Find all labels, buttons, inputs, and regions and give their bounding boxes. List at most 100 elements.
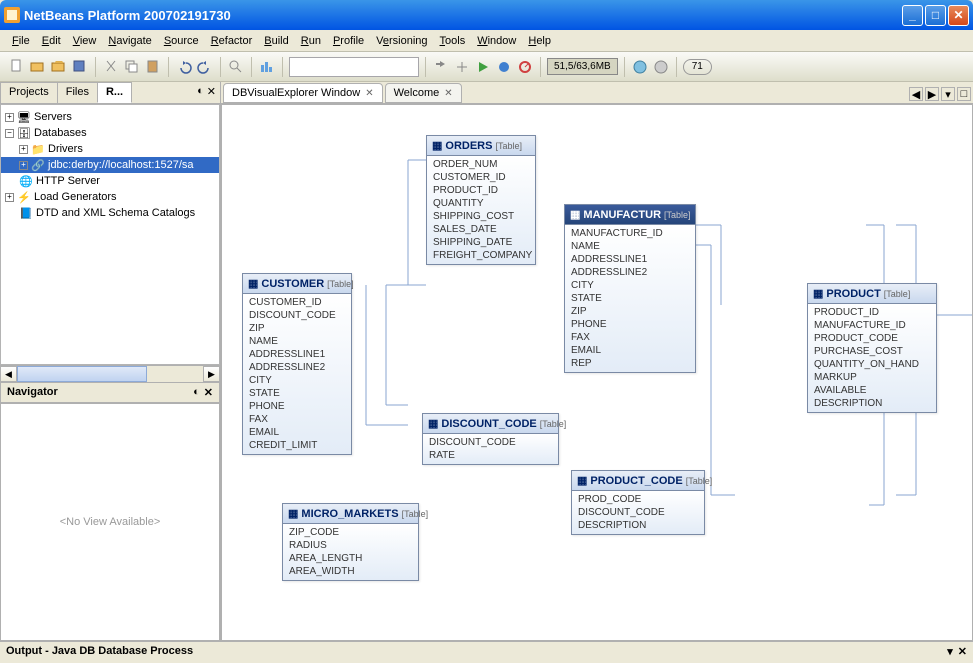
table-field[interactable]: ADDRESSLINE1: [565, 253, 695, 266]
maximize-button[interactable]: □: [925, 5, 946, 26]
output-panel-header[interactable]: Output - Java DB Database Process ▾ ✕: [0, 641, 973, 663]
table-micro-markets[interactable]: ▦MICRO_MARKETS [Table] ZIP_CODERADIUSARE…: [282, 503, 419, 581]
save-all-icon[interactable]: [71, 58, 89, 76]
table-field[interactable]: SHIPPING_COST: [427, 210, 535, 223]
table-field[interactable]: REP: [565, 357, 695, 370]
close-tab-icon[interactable]: ✕: [444, 88, 452, 99]
close-button[interactable]: ✕: [948, 5, 969, 26]
tab-files[interactable]: Files: [57, 82, 98, 103]
table-field[interactable]: PRODUCT_ID: [808, 306, 936, 319]
table-field[interactable]: PHONE: [243, 400, 351, 413]
table-field[interactable]: CUSTOMER_ID: [243, 296, 351, 309]
table-field[interactable]: ZIP: [565, 305, 695, 318]
tree-node-dtd[interactable]: 📘 DTD and XML Schema Catalogs: [1, 205, 219, 221]
menu-build[interactable]: Build: [258, 35, 294, 47]
panel-close-icon[interactable]: ✕: [207, 85, 216, 100]
table-product-code[interactable]: ▦PRODUCT_CODE [Table] PROD_CODEDISCOUNT_…: [571, 470, 705, 535]
table-field[interactable]: CUSTOMER_ID: [427, 171, 535, 184]
table-manufacturer[interactable]: ▦MANUFACTUR [Table] MANUFACTURE_IDNAMEAD…: [564, 204, 696, 373]
build-main-icon[interactable]: [432, 58, 450, 76]
table-field[interactable]: SALES_DATE: [427, 223, 535, 236]
tab-scroll-left-icon[interactable]: ◀: [909, 87, 923, 101]
table-field[interactable]: DESCRIPTION: [808, 397, 936, 410]
close-tab-icon[interactable]: ✕: [365, 88, 373, 99]
table-field[interactable]: PURCHASE_COST: [808, 345, 936, 358]
table-field[interactable]: AVAILABLE: [808, 384, 936, 397]
menu-help[interactable]: Help: [522, 35, 557, 47]
memory-indicator[interactable]: 51,5/63,6MB: [547, 58, 618, 75]
table-field[interactable]: PRODUCT_ID: [427, 184, 535, 197]
table-field[interactable]: RADIUS: [283, 539, 418, 552]
panel-minimize-icon[interactable]: ◐: [197, 85, 204, 100]
table-field[interactable]: ZIP: [243, 322, 351, 335]
table-discount-code[interactable]: ▦DISCOUNT_CODE [Table] DISCOUNT_CODERATE: [422, 413, 559, 465]
expander-icon[interactable]: +: [5, 193, 14, 202]
tab-dropdown-icon[interactable]: ▾: [941, 87, 955, 101]
tab-scroll-right-icon[interactable]: ▶: [925, 87, 939, 101]
table-field[interactable]: NAME: [243, 335, 351, 348]
menu-versioning[interactable]: Versioning: [370, 35, 433, 47]
table-field[interactable]: QUANTITY: [427, 197, 535, 210]
expander-icon[interactable]: −: [5, 129, 14, 138]
panel-close-icon[interactable]: ✕: [204, 386, 213, 399]
table-field[interactable]: PHONE: [565, 318, 695, 331]
panel-close-icon[interactable]: ✕: [958, 645, 967, 660]
table-field[interactable]: PROD_CODE: [572, 493, 704, 506]
globe-icon[interactable]: [631, 58, 649, 76]
table-field[interactable]: ADDRESSLINE2: [243, 361, 351, 374]
profile-icon[interactable]: [516, 58, 534, 76]
configuration-combo[interactable]: [289, 57, 419, 77]
table-field[interactable]: EMAIL: [565, 344, 695, 357]
minimize-button[interactable]: _: [902, 5, 923, 26]
tab-runtime[interactable]: R...: [97, 82, 132, 103]
expander-icon[interactable]: +: [19, 145, 28, 154]
heap-icon[interactable]: [258, 58, 276, 76]
table-field[interactable]: DISCOUNT_CODE: [572, 506, 704, 519]
table-field[interactable]: PRODUCT_CODE: [808, 332, 936, 345]
debug-icon[interactable]: [495, 58, 513, 76]
table-field[interactable]: RATE: [423, 449, 558, 462]
table-field[interactable]: ORDER_NUM: [427, 158, 535, 171]
menu-file[interactable]: File: [6, 35, 36, 47]
menu-window[interactable]: Window: [471, 35, 522, 47]
table-field[interactable]: MANUFACTURE_ID: [565, 227, 695, 240]
menu-refactor[interactable]: Refactor: [205, 35, 259, 47]
tree-node-servers[interactable]: + 🖥 Servers: [1, 109, 219, 125]
table-field[interactable]: FAX: [243, 413, 351, 426]
tab-projects[interactable]: Projects: [0, 82, 58, 103]
menu-edit[interactable]: Edit: [36, 35, 67, 47]
expander-icon[interactable]: +: [19, 161, 28, 170]
panel-restore-icon[interactable]: ▾: [947, 645, 953, 660]
find-icon[interactable]: [227, 58, 245, 76]
table-field[interactable]: EMAIL: [243, 426, 351, 439]
menu-profile[interactable]: Profile: [327, 35, 370, 47]
table-field[interactable]: CREDIT_LIMIT: [243, 439, 351, 452]
tree-node-http-server[interactable]: 🌐 HTTP Server: [1, 173, 219, 189]
copy-icon[interactable]: [123, 58, 141, 76]
menu-tools[interactable]: Tools: [434, 35, 472, 47]
table-product[interactable]: ▦PRODUCT [Table] PRODUCT_IDMANUFACTURE_I…: [807, 283, 937, 413]
table-field[interactable]: DESCRIPTION: [572, 519, 704, 532]
table-field[interactable]: SHIPPING_DATE: [427, 236, 535, 249]
tree-node-derby-connection[interactable]: + 🔗 jdbc:derby://localhost:1527/sa: [1, 157, 219, 173]
tree-horizontal-scrollbar[interactable]: ◀▶: [0, 365, 220, 382]
menu-source[interactable]: Source: [158, 35, 205, 47]
table-field[interactable]: AREA_WIDTH: [283, 565, 418, 578]
paste-icon[interactable]: [144, 58, 162, 76]
table-customer[interactable]: ▦CUSTOMER [Table] CUSTOMER_IDDISCOUNT_CO…: [242, 273, 352, 455]
table-field[interactable]: STATE: [565, 292, 695, 305]
table-field[interactable]: ADDRESSLINE1: [243, 348, 351, 361]
table-field[interactable]: MARKUP: [808, 371, 936, 384]
panel-minimize-icon[interactable]: ◐: [193, 386, 200, 399]
tree-node-load-generators[interactable]: + ⚡ Load Generators: [1, 189, 219, 205]
table-field[interactable]: AREA_LENGTH: [283, 552, 418, 565]
undo-icon[interactable]: [175, 58, 193, 76]
redo-icon[interactable]: [196, 58, 214, 76]
table-field[interactable]: QUANTITY_ON_HAND: [808, 358, 936, 371]
run-icon[interactable]: [474, 58, 492, 76]
cut-icon[interactable]: [102, 58, 120, 76]
table-field[interactable]: ADDRESSLINE2: [565, 266, 695, 279]
table-field[interactable]: FREIGHT_COMPANY: [427, 249, 535, 262]
table-field[interactable]: CITY: [565, 279, 695, 292]
tree-node-drivers[interactable]: + 📁 Drivers: [1, 141, 219, 157]
